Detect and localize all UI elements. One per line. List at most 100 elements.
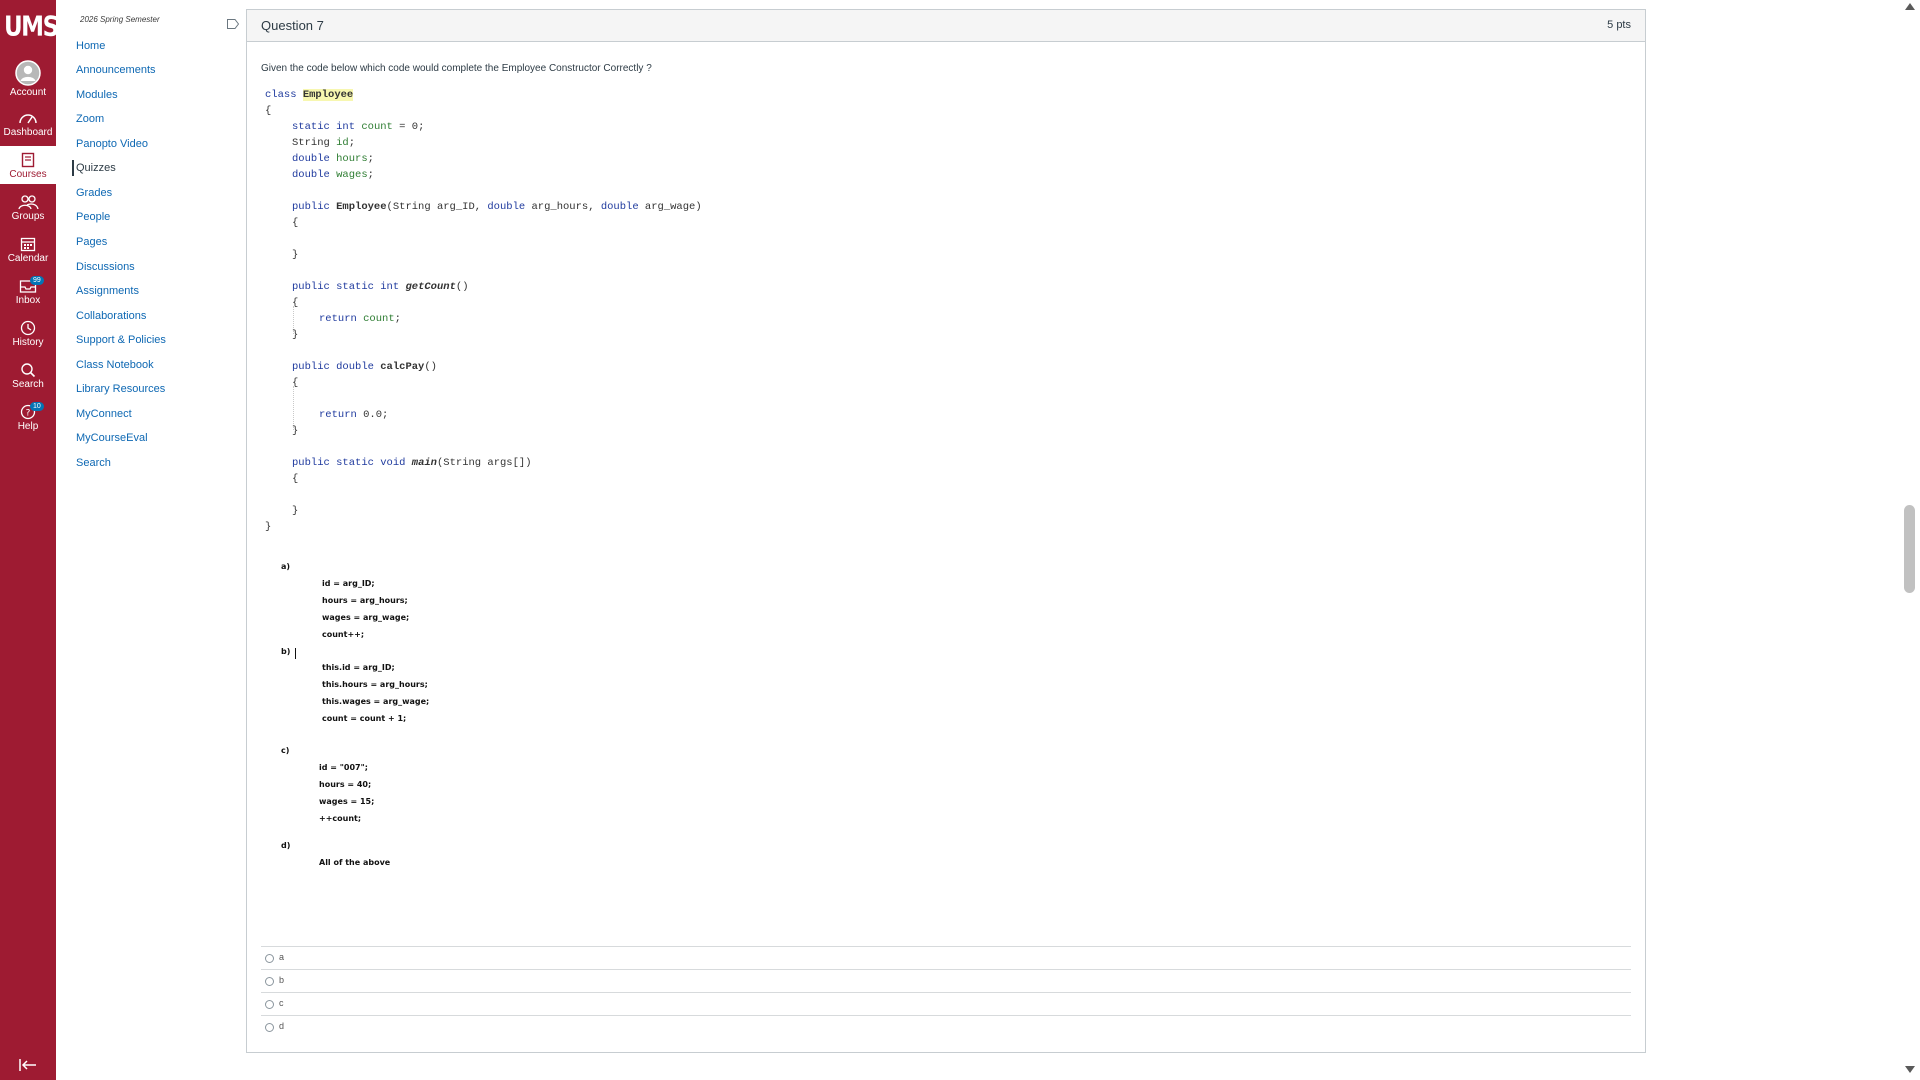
code-token: Employee xyxy=(302,89,354,101)
answer-label[interactable]: b xyxy=(279,975,284,985)
code-line: double hours; xyxy=(292,151,374,167)
course-nav-modules[interactable]: Modules xyxy=(76,87,118,103)
history-icon xyxy=(20,320,36,336)
code-token: (String arg_ID, xyxy=(386,201,488,213)
global-nav-inbox[interactable]: 99 Inbox xyxy=(0,276,56,320)
text-caret xyxy=(295,648,296,659)
global-nav-calendar[interactable]: Calendar xyxy=(0,236,56,278)
code-token: double xyxy=(336,361,374,373)
code-token: ; xyxy=(348,137,356,149)
course-nav-pages[interactable]: Pages xyxy=(76,234,107,250)
course-nav-panopto-video[interactable]: Panopto Video xyxy=(76,136,148,152)
option-a-line: id = arg_ID; xyxy=(322,579,375,588)
answer-choice-b[interactable]: b xyxy=(261,969,1631,992)
answer-choice-c[interactable]: c xyxy=(261,992,1631,1015)
answer-choice-d[interactable]: d xyxy=(261,1015,1631,1038)
scroll-down-arrow-icon[interactable] xyxy=(1905,1066,1915,1073)
code-line: static int count = 0; xyxy=(292,119,424,135)
svg-text:?: ? xyxy=(26,409,31,419)
answer-label[interactable]: c xyxy=(279,998,284,1008)
question-prompt: Given the code below which code would co… xyxy=(261,63,652,74)
global-nav-help[interactable]: ? 10 Help xyxy=(0,402,56,446)
code-token: } xyxy=(265,521,272,533)
collapse-nav-icon[interactable] xyxy=(18,1058,38,1072)
page-scrollbar[interactable] xyxy=(1900,0,1920,1080)
course-nav-grades[interactable]: Grades xyxy=(76,185,112,201)
scrollbar-thumb[interactable] xyxy=(1904,505,1915,593)
code-line: { xyxy=(292,215,298,231)
code-token: int xyxy=(380,281,400,293)
course-nav-support-policies[interactable]: Support & Policies xyxy=(76,332,166,348)
radio-button[interactable] xyxy=(265,1023,274,1032)
course-nav-announcements[interactable]: Announcements xyxy=(76,62,156,78)
global-nav-label: Account xyxy=(9,87,47,98)
answer-label[interactable]: a xyxy=(279,952,284,962)
course-nav-quizzes[interactable]: Quizzes xyxy=(72,160,116,176)
course-nav-discussions[interactable]: Discussions xyxy=(76,259,135,275)
option-b-line: this.wages = arg_wage; xyxy=(322,697,430,706)
code-token: static xyxy=(336,281,374,293)
code-token: = 0; xyxy=(392,121,425,133)
code-token: public xyxy=(292,201,330,213)
global-nav-groups[interactable]: Groups xyxy=(0,194,56,236)
code-line: double wages; xyxy=(292,167,374,183)
code-line: } xyxy=(292,247,298,263)
code-line: return 0.0; xyxy=(319,407,388,423)
global-nav-courses[interactable]: Courses xyxy=(0,146,56,184)
code-token: static xyxy=(292,121,330,133)
code-token: getCount xyxy=(405,281,456,293)
radio-button[interactable] xyxy=(265,954,274,963)
code-token: () xyxy=(455,281,469,293)
umsl-logo[interactable]: UMSL xyxy=(4,11,72,42)
course-nav-collaborations[interactable]: Collaborations xyxy=(76,308,146,324)
radio-button[interactable] xyxy=(265,1000,274,1009)
course-nav-people[interactable]: People xyxy=(76,209,110,225)
option-c-line: hours = 40; xyxy=(319,780,372,789)
code-token: { xyxy=(292,473,299,485)
course-nav-class-notebook[interactable]: Class Notebook xyxy=(76,357,154,373)
scroll-up-arrow-icon[interactable] xyxy=(1905,3,1915,10)
radio-button[interactable] xyxy=(265,977,274,986)
code-line: { xyxy=(292,375,298,391)
code-line: public static void main(String args[]) xyxy=(292,455,532,471)
course-nav-assignments[interactable]: Assignments xyxy=(76,283,139,299)
code-line: { xyxy=(292,295,298,311)
code-token: ; xyxy=(367,153,374,165)
code-token: { xyxy=(265,105,272,117)
option-a-line: wages = arg_wage; xyxy=(322,613,410,622)
code-token: id xyxy=(336,137,349,149)
option-letter-d: d) xyxy=(281,841,291,850)
course-nav-zoom[interactable]: Zoom xyxy=(76,111,104,127)
question-points: 5 pts xyxy=(1607,19,1631,31)
code-token: } xyxy=(292,425,299,437)
option-c-line: id = "007"; xyxy=(319,763,368,772)
code-token: 0.0; xyxy=(356,409,389,421)
code-token: arg_wage) xyxy=(638,201,702,213)
global-nav-account[interactable]: Account xyxy=(0,60,56,102)
course-nav-search[interactable]: Search xyxy=(76,455,111,471)
answer-choice-a[interactable]: a xyxy=(261,946,1631,969)
answer-label[interactable]: d xyxy=(279,1021,284,1031)
course-nav-myconnect[interactable]: MyConnect xyxy=(76,406,132,422)
option-letter-c: c) xyxy=(281,746,290,755)
code-line: { xyxy=(265,103,271,119)
code-token: { xyxy=(292,377,299,389)
groups-icon xyxy=(18,195,39,210)
dashboard-icon xyxy=(19,114,37,124)
global-nav-history[interactable]: History xyxy=(0,320,56,362)
code-line: } xyxy=(292,327,298,343)
course-nav-mycourseeval[interactable]: MyCourseEval xyxy=(76,430,148,446)
code-token: double xyxy=(292,169,330,181)
course-nav-home[interactable]: Home xyxy=(76,38,105,54)
code-token: ; xyxy=(367,169,374,181)
code-token: void xyxy=(380,457,406,469)
bookmark-flag-icon[interactable] xyxy=(227,19,239,29)
code-token: hours xyxy=(336,153,368,165)
code-token: } xyxy=(292,329,299,341)
code-line: } xyxy=(292,423,298,439)
global-nav-label: Help xyxy=(17,421,39,432)
course-nav-library-resources[interactable]: Library Resources xyxy=(76,381,165,397)
global-nav-search[interactable]: Search xyxy=(0,362,56,404)
code-token: count xyxy=(363,313,395,325)
global-nav-label: Search xyxy=(12,379,44,390)
